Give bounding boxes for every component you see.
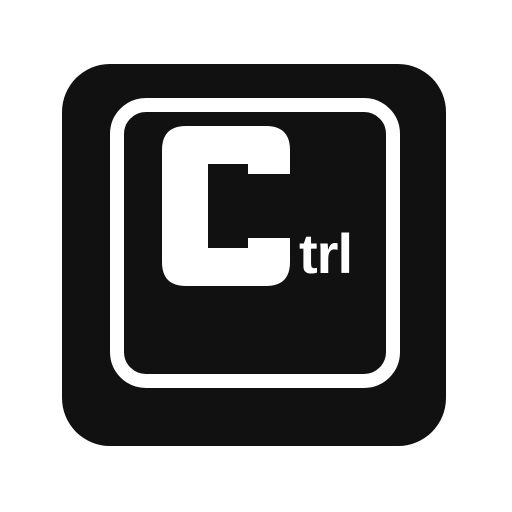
key-letter-c: C	[162, 126, 290, 286]
ctrl-key-icon: C trl	[0, 0, 512, 512]
key-label-suffix: trl	[299, 222, 353, 285]
letter-c-shape	[162, 126, 290, 286]
